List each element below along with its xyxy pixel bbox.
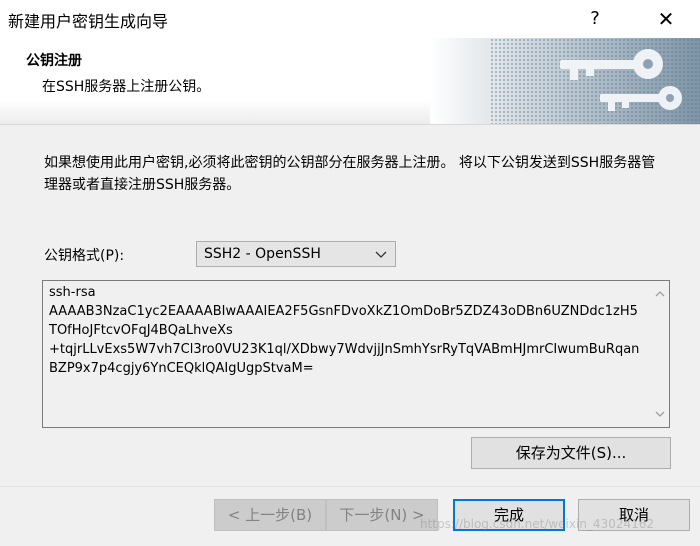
format-label: 公钥格式(P): [44, 248, 125, 264]
page-title: 公钥注册 [26, 53, 82, 69]
vertical-scrollbar[interactable] [651, 281, 669, 427]
chevron-down-icon [375, 244, 387, 267]
title-bar: 新建用户密钥生成向导 ? ✕ [0, 0, 700, 38]
watermark: https://blog.csdn.net/weixin_43024162 [420, 517, 655, 531]
wizard-header: 公钥注册 在SSH服务器上注册公钥。 [0, 38, 700, 125]
prev-button[interactable]: < 上一步(B) [214, 499, 326, 531]
header-fade [0, 100, 440, 124]
keys-icon [430, 38, 700, 124]
scroll-up-icon[interactable] [651, 285, 669, 303]
format-selected-value: SSH2 - OpenSSH [204, 246, 321, 262]
close-button[interactable]: ✕ [646, 4, 686, 34]
public-key-textarea[interactable]: ssh-rsa AAAAB3NzaC1yc2EAAAABIwAAAIEA2F5G… [42, 280, 670, 428]
public-key-text: ssh-rsa AAAAB3NzaC1yc2EAAAABIwAAAIEA2F5G… [49, 285, 640, 376]
scroll-down-icon[interactable] [651, 405, 669, 423]
save-to-file-button[interactable]: 保存为文件(S)... [471, 437, 671, 469]
format-select[interactable]: SSH2 - OpenSSH [196, 241, 396, 267]
footer-divider [0, 486, 700, 487]
instruction-text: 如果想使用此用户密钥,必须将此密钥的公钥部分在服务器上注册。 将以下公钥发送到S… [44, 155, 656, 193]
page-subtitle: 在SSH服务器上注册公钥。 [42, 79, 211, 95]
window-title: 新建用户密钥生成向导 [8, 12, 169, 31]
help-button[interactable]: ? [578, 4, 612, 34]
